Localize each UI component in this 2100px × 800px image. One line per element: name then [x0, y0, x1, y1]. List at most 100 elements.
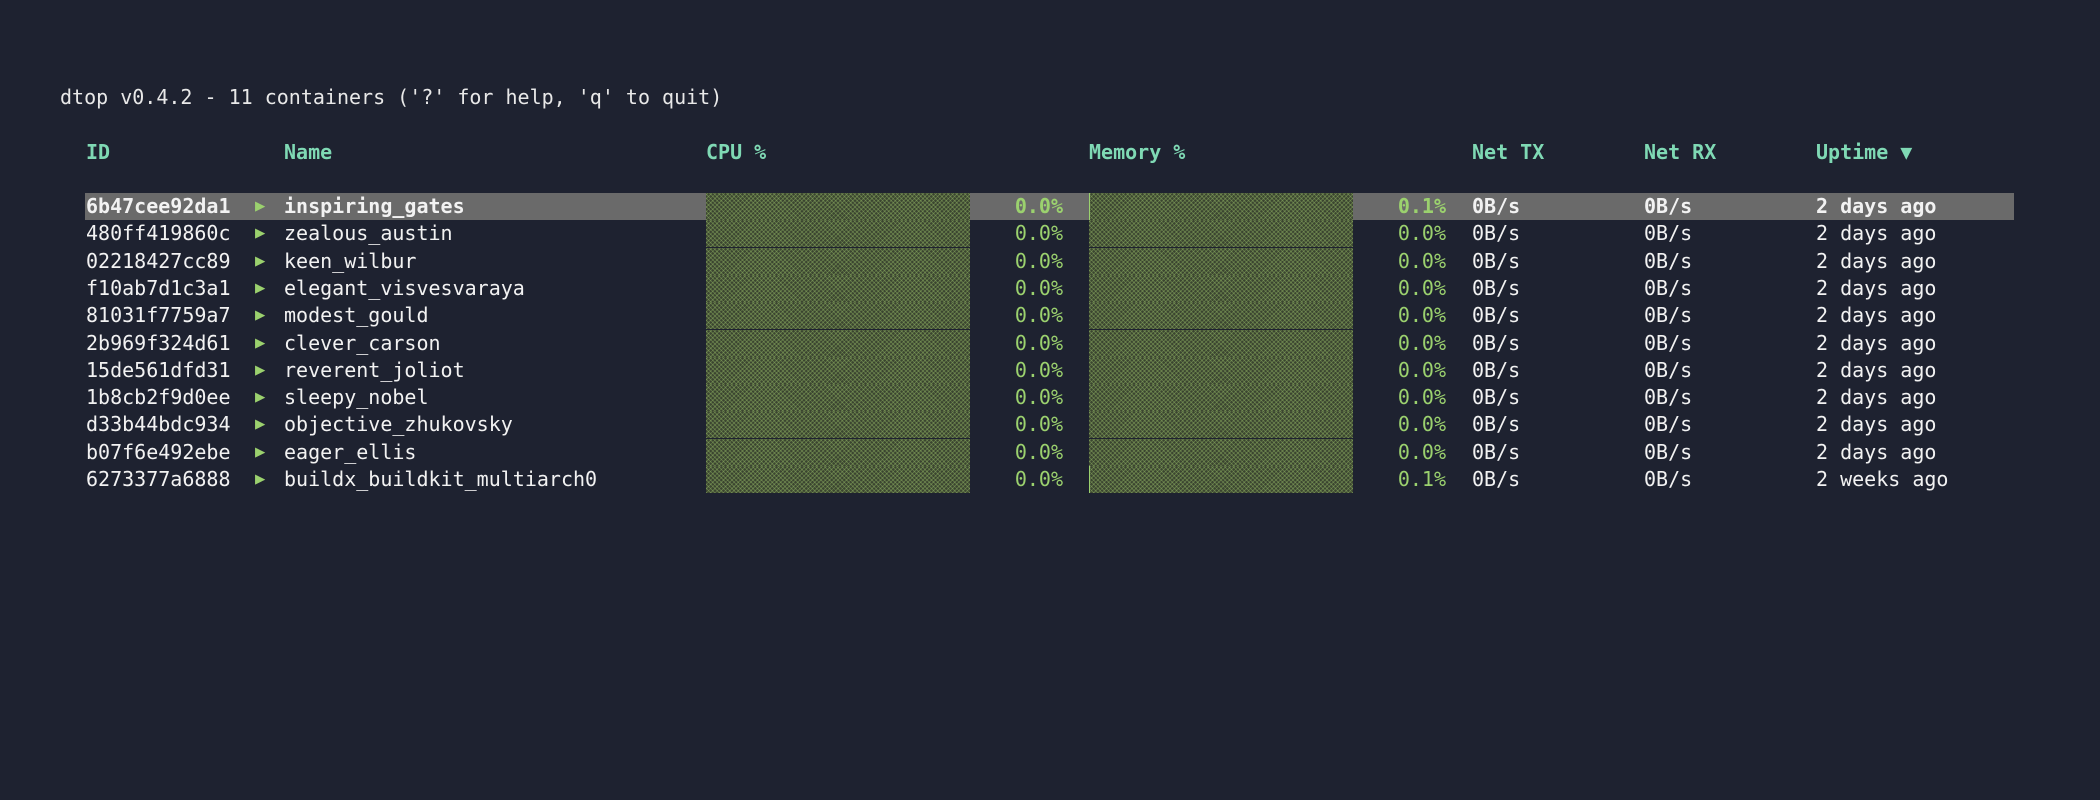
cpu-usage-bar: [706, 274, 970, 302]
play-triangle-icon: ▶: [255, 469, 266, 489]
table-row[interactable]: 6273377a6888 ▶ buildx_buildkit_multiarch0 0…: [0, 466, 2100, 493]
net-rx-value: 0B/s: [1644, 412, 1693, 437]
memory-usage-bar: [1089, 384, 1353, 412]
memory-percent: 0.0%: [1397, 248, 1446, 273]
table-row[interactable]: 6b47cee92da1 ▶ inspiring_gates 0.0% 0.1% 0B/s…: [0, 193, 2100, 220]
uptime-value: 2 days ago: [1816, 330, 1937, 355]
net-tx-value: 0B/s: [1472, 412, 1521, 437]
cpu-usage-bar: [706, 466, 970, 493]
container-id: 2b969f324d61: [86, 330, 231, 355]
uptime-value: 2 weeks ago: [1816, 467, 1949, 491]
column-header-name[interactable]: Name: [284, 138, 332, 166]
container-id: 6b47cee92da1: [86, 194, 231, 218]
cpu-percent: 0.0%: [1014, 194, 1063, 218]
container-id: 6273377a6888: [86, 467, 231, 491]
memory-usage-bar: [1089, 329, 1353, 357]
cpu-usage-bar: [706, 247, 970, 275]
container-id: 15de561dfd31: [86, 357, 231, 382]
net-rx-value: 0B/s: [1644, 385, 1693, 410]
net-rx-value: 0B/s: [1644, 467, 1693, 491]
table-row[interactable]: 02218427cc89 ▶ keen_wilbur 0.0% 0.0% 0B/s 0B/s…: [0, 247, 2100, 275]
container-name: objective_zhukovsky: [284, 412, 513, 437]
cpu-usage-bar: [706, 329, 970, 357]
memory-percent: 0.0%: [1397, 439, 1446, 464]
container-id: 1b8cb2f9d0ee: [86, 385, 231, 410]
column-header-cpu[interactable]: CPU %: [706, 138, 766, 166]
cpu-percent: 0.0%: [1014, 221, 1063, 246]
memory-usage-bar: [1089, 438, 1353, 466]
cpu-usage-bar: [706, 384, 970, 412]
cpu-usage-bar: [706, 220, 970, 248]
column-header-memory[interactable]: Memory %: [1089, 138, 1185, 166]
column-header-net-rx[interactable]: Net RX: [1644, 138, 1716, 166]
container-name: zealous_austin: [284, 221, 453, 246]
cpu-percent: 0.0%: [1014, 248, 1063, 273]
net-rx-value: 0B/s: [1644, 248, 1693, 273]
uptime-value: 2 days ago: [1816, 194, 1937, 218]
cpu-percent: 0.0%: [1014, 275, 1063, 300]
table-row[interactable]: 2b969f324d61 ▶ clever_carson 0.0% 0.0% 0B/s 0B…: [0, 329, 2100, 357]
memory-percent: 0.0%: [1397, 357, 1446, 382]
cpu-usage-bar: [706, 438, 970, 466]
memory-percent: 0.0%: [1397, 221, 1446, 246]
cpu-percent: 0.0%: [1014, 357, 1063, 382]
container-id: f10ab7d1c3a1: [86, 275, 231, 300]
cpu-usage-bar: [706, 193, 970, 220]
play-triangle-icon: ▶: [255, 196, 266, 216]
net-rx-value: 0B/s: [1644, 221, 1693, 246]
container-name: reverent_joliot: [284, 357, 465, 382]
cpu-usage-bar: [706, 411, 970, 439]
memory-usage-bar: [1089, 247, 1353, 275]
table-row[interactable]: d33b44bdc934 ▶ objective_zhukovsky 0.0% 0.0%…: [0, 411, 2100, 439]
column-header-id[interactable]: ID: [86, 138, 110, 166]
memory-percent: 0.0%: [1397, 275, 1446, 300]
play-triangle-icon: ▶: [255, 359, 266, 380]
container-name: eager_ellis: [284, 439, 417, 464]
table-row[interactable]: 1b8cb2f9d0ee ▶ sleepy_nobel 0.0% 0.0% 0B/s 0B/…: [0, 384, 2100, 412]
memory-usage-bar: [1089, 220, 1353, 248]
net-rx-value: 0B/s: [1644, 330, 1693, 355]
memory-usage-bar: [1089, 302, 1353, 330]
play-triangle-icon: ▶: [255, 250, 266, 271]
memory-percent: 0.0%: [1397, 385, 1446, 410]
play-triangle-icon: ▶: [255, 414, 266, 435]
cpu-percent: 0.0%: [1014, 439, 1063, 464]
uptime-value: 2 days ago: [1816, 439, 1937, 464]
memory-usage-bar: [1089, 466, 1353, 493]
cpu-percent: 0.0%: [1014, 412, 1063, 437]
cpu-usage-bar: [706, 356, 970, 384]
memory-percent: 0.1%: [1397, 467, 1446, 491]
table-row[interactable]: 81031f7759a7 ▶ modest_gould 0.0% 0.0% 0B/s 0B/…: [0, 302, 2100, 330]
container-id: 81031f7759a7: [86, 303, 231, 328]
net-tx-value: 0B/s: [1472, 194, 1521, 218]
container-name: buildx_buildkit_multiarch0: [284, 467, 598, 491]
container-id: b07f6e492ebe: [86, 439, 231, 464]
memory-percent: 0.1%: [1397, 194, 1446, 218]
net-tx-value: 0B/s: [1472, 330, 1521, 355]
table-row[interactable]: f10ab7d1c3a1 ▶ elegant_visvesvaraya 0.0% 0.0…: [0, 274, 2100, 302]
column-header-net-tx[interactable]: Net TX: [1472, 138, 1544, 166]
cpu-percent: 0.0%: [1014, 330, 1063, 355]
net-rx-value: 0B/s: [1644, 275, 1693, 300]
memory-usage-bar: [1089, 411, 1353, 439]
net-tx-value: 0B/s: [1472, 439, 1521, 464]
column-header-uptime[interactable]: Uptime ▼: [1816, 138, 1912, 166]
net-tx-value: 0B/s: [1472, 248, 1521, 273]
container-id: d33b44bdc934: [86, 412, 231, 437]
net-tx-value: 0B/s: [1472, 357, 1521, 382]
play-triangle-icon: ▶: [255, 305, 266, 326]
uptime-value: 2 days ago: [1816, 275, 1937, 300]
net-rx-value: 0B/s: [1644, 194, 1693, 218]
net-tx-value: 0B/s: [1472, 221, 1521, 246]
memory-usage-bar: [1089, 193, 1353, 220]
play-triangle-icon: ▶: [255, 223, 266, 244]
table-row[interactable]: b07f6e492ebe ▶ eager_ellis 0.0% 0.0% 0B/s 0B/s…: [0, 438, 2100, 466]
play-triangle-icon: ▶: [255, 441, 266, 462]
uptime-value: 2 days ago: [1816, 357, 1937, 382]
table-row[interactable]: 15de561dfd31 ▶ reverent_joliot 0.0% 0.0% 0B/s…: [0, 356, 2100, 384]
play-triangle-icon: ▶: [255, 332, 266, 353]
container-name: modest_gould: [284, 303, 429, 328]
memory-percent: 0.0%: [1397, 303, 1446, 328]
memory-usage-bar: [1089, 356, 1353, 384]
table-row[interactable]: 480ff419860c ▶ zealous_austin 0.0% 0.0% 0B/s 0…: [0, 220, 2100, 248]
